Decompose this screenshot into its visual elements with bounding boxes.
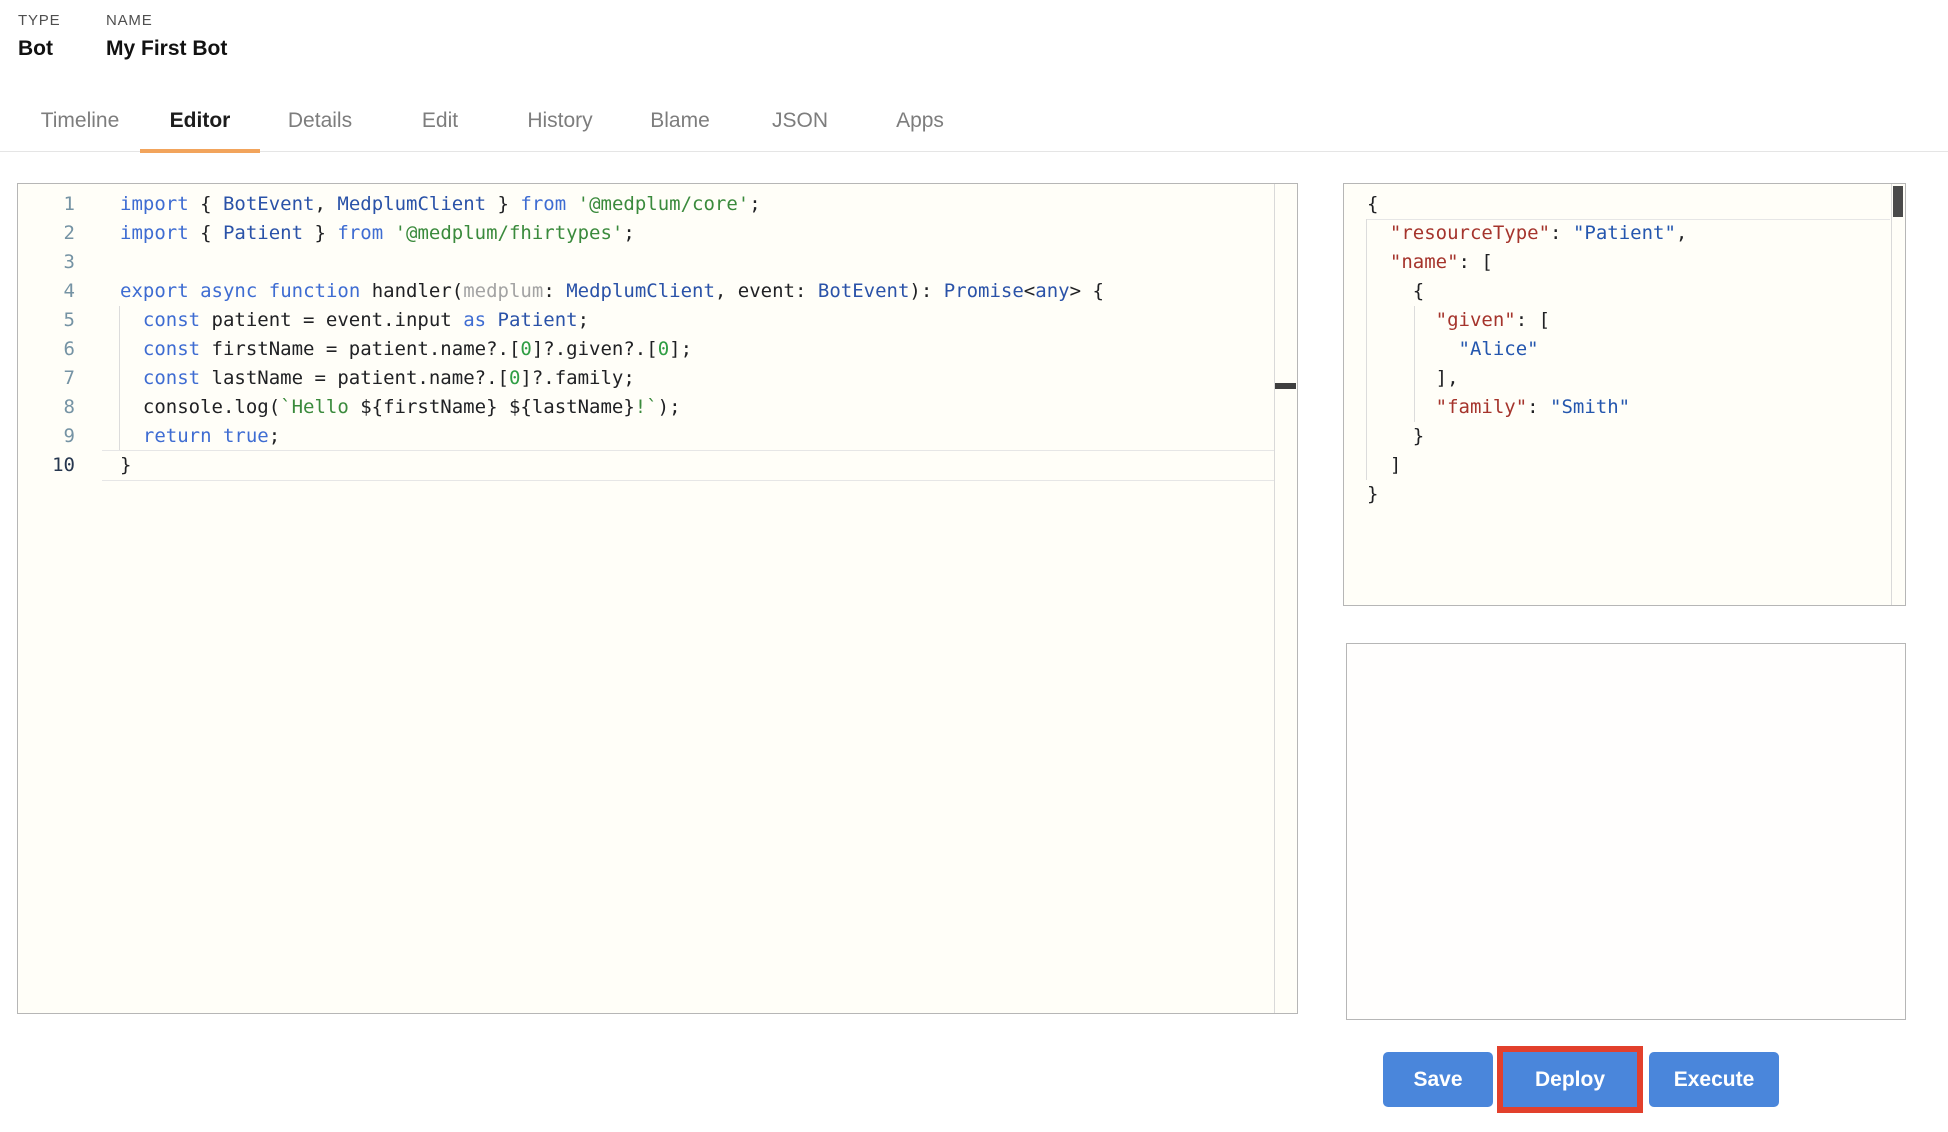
deploy-button[interactable]: Deploy [1503, 1052, 1637, 1107]
scrollbar-track [1274, 184, 1275, 1013]
action-buttons: Save Deploy Execute [1383, 1046, 1779, 1113]
code-line: ], [1367, 367, 1459, 389]
tab-bar: Timeline Editor Details Edit History Blame JSO… [0, 90, 1948, 153]
input-json-editor[interactable]: { "resourceType": "Patient", "name": [ {… [1343, 183, 1906, 606]
output-panel [1346, 643, 1906, 1020]
tab-edit[interactable]: Edit [380, 90, 500, 152]
code-line: const lastName = patient.name?.[0]?.fami… [142, 367, 635, 389]
code-line: "family": "Smith" [1435, 396, 1631, 418]
tab-editor[interactable]: Editor [140, 90, 260, 153]
code-line: const firstName = patient.name?.[0]?.giv… [142, 338, 693, 360]
page-title: My First Bot [106, 37, 228, 60]
code-line: { [1367, 280, 1425, 302]
execute-button[interactable]: Execute [1649, 1052, 1779, 1107]
deploy-annotation-highlight: Deploy [1497, 1046, 1643, 1113]
line-number: 2 [63, 222, 75, 244]
input-json-lines: { "resourceType": "Patient", "name": [ {… [1367, 190, 1890, 509]
code-line: "name": [ [1389, 251, 1493, 273]
tab-details[interactable]: Details [260, 90, 380, 152]
code-line: export async function handler(medplum: M… [120, 280, 1104, 302]
save-button[interactable]: Save [1383, 1052, 1493, 1107]
tab-blame[interactable]: Blame [620, 90, 740, 152]
code-line: } [1367, 425, 1425, 447]
line-number: 3 [63, 251, 75, 273]
code-line: "Alice" [1458, 338, 1539, 360]
type-value: Bot [18, 37, 53, 60]
code-line: ] [1367, 454, 1402, 476]
tab-timeline[interactable]: Timeline [20, 90, 140, 152]
tab-apps[interactable]: Apps [860, 90, 980, 152]
line-number: 4 [63, 280, 75, 302]
code-editor[interactable]: 1 2 3 4 5 6 7 8 9 10 import { BotEvent, MedplumCl… [17, 183, 1298, 1014]
line-number: 10 [52, 454, 75, 476]
line-number-gutter: 1 2 3 4 5 6 7 8 9 10 [18, 190, 75, 480]
code-line: { [1367, 190, 1890, 219]
bot-editor-page: TYPE Bot NAME My First Bot Timeline Edito… [0, 0, 1948, 1132]
line-number: 5 [63, 309, 75, 331]
code-line: console.log(`Hello ${firstName} ${lastNa… [120, 396, 681, 418]
code-lines: import { BotEvent, MedplumClient } from … [102, 190, 1275, 480]
code-line: const patient = event.input as Patient; [142, 309, 590, 331]
code-line: "resourceType": "Patient", [1389, 222, 1688, 244]
name-label: NAME [106, 12, 153, 29]
type-label: TYPE [18, 12, 61, 29]
line-number: 1 [63, 193, 75, 215]
code-line: } [1367, 483, 1379, 505]
code-line: return true; [142, 425, 281, 447]
code-line: "given": [ [1435, 309, 1551, 331]
scrollbar-thumb[interactable] [1893, 186, 1903, 217]
line-number: 9 [63, 425, 75, 447]
line-number: 7 [63, 367, 75, 389]
line-number: 8 [63, 396, 75, 418]
line-number: 6 [63, 338, 75, 360]
code-line: import { BotEvent, MedplumClient } from … [120, 193, 761, 215]
code-line: } [102, 451, 1275, 480]
tab-json[interactable]: JSON [740, 90, 860, 152]
tab-history[interactable]: History [500, 90, 620, 152]
scrollbar-track [1891, 184, 1892, 605]
scrollbar-thumb[interactable] [1275, 383, 1296, 389]
code-line: import { Patient } from '@medplum/fhirty… [120, 222, 635, 244]
